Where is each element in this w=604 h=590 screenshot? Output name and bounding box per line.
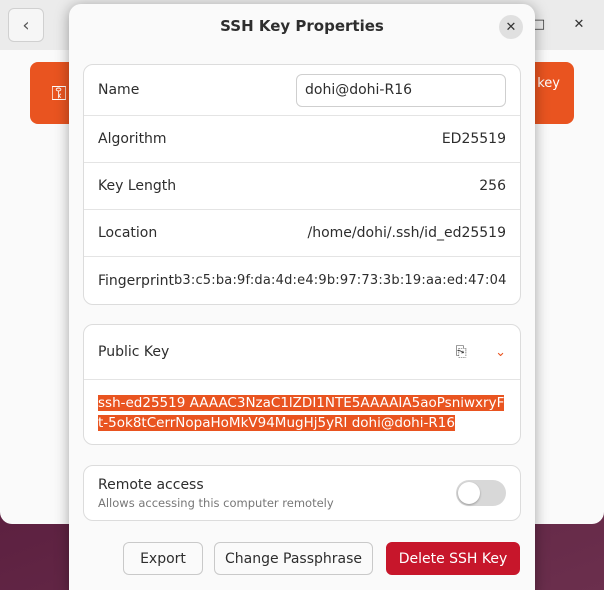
export-button[interactable]: Export (123, 542, 203, 575)
public-key-text[interactable]: ssh-ed25519 AAAAC3NzaC1lZDI1NTE5AAAAIA5a… (98, 395, 505, 431)
public-key-header[interactable]: Public Key ⎘ ⌄ (84, 325, 520, 380)
name-label: Name (98, 82, 140, 98)
background-card-text: key (537, 76, 560, 91)
remote-access-row: Remote access Allows accessing this comp… (84, 466, 520, 520)
back-button[interactable]: ‹ (8, 8, 44, 42)
ssh-key-properties-dialog: SSH Key Properties ✕ Name Algorithm ED25… (69, 4, 535, 590)
chevron-down-icon[interactable]: ⌄ (495, 345, 506, 360)
toggle-knob (458, 482, 480, 504)
close-icon: ✕ (573, 16, 585, 32)
dialog-close-button[interactable]: ✕ (499, 15, 523, 39)
location-row: Location /home/dohi/.ssh/id_ed25519 (84, 210, 520, 257)
remote-access-title: Remote access (98, 476, 204, 493)
change-passphrase-button[interactable]: Change Passphrase (214, 542, 373, 575)
copy-icon[interactable]: ⎘ (453, 344, 469, 360)
public-key-actions: ⎘ ⌄ (453, 344, 506, 360)
name-row: Name (84, 65, 520, 116)
public-key-label: Public Key (98, 344, 170, 360)
fingerprint-value: b3:c5:ba:9f:da:4d:e4:9b:97:73:3b:19:aa:e… (173, 273, 507, 288)
key-length-row: Key Length 256 (84, 163, 520, 210)
remote-access-toggle[interactable] (456, 480, 506, 506)
close-icon: ✕ (505, 19, 517, 35)
public-key-card: Public Key ⎘ ⌄ ssh-ed25519 AAAAC3NzaC1lZ… (83, 324, 521, 445)
algorithm-label: Algorithm (98, 131, 167, 147)
name-input[interactable] (296, 73, 506, 107)
key-length-label: Key Length (98, 178, 177, 194)
location-value: /home/dohi/.ssh/id_ed25519 (307, 225, 507, 241)
properties-card: Name Algorithm ED25519 Key Length 256 Lo… (83, 64, 521, 305)
algorithm-row: Algorithm ED25519 (84, 116, 520, 163)
remote-access-texts: Remote access Allows accessing this comp… (98, 477, 334, 510)
dialog-title: SSH Key Properties (220, 17, 384, 35)
remote-access-subtitle: Allows accessing this computer remotely (98, 495, 334, 510)
key-length-value: 256 (479, 178, 506, 194)
location-label: Location (98, 225, 158, 241)
fingerprint-row: Fingerprint b3:c5:ba:9f:da:4d:e4:9b:97:7… (84, 257, 520, 304)
chevron-left-icon: ‹ (22, 14, 30, 36)
remote-access-card: Remote access Allows accessing this comp… (83, 465, 521, 521)
algorithm-value: ED25519 (441, 131, 506, 147)
public-key-body: ssh-ed25519 AAAAC3NzaC1lZDI1NTE5AAAAIA5a… (84, 380, 520, 444)
window-close-button[interactable]: ✕ (567, 12, 591, 36)
delete-ssh-key-button[interactable]: Delete SSH Key (386, 542, 520, 575)
fingerprint-label: Fingerprint (98, 272, 174, 289)
